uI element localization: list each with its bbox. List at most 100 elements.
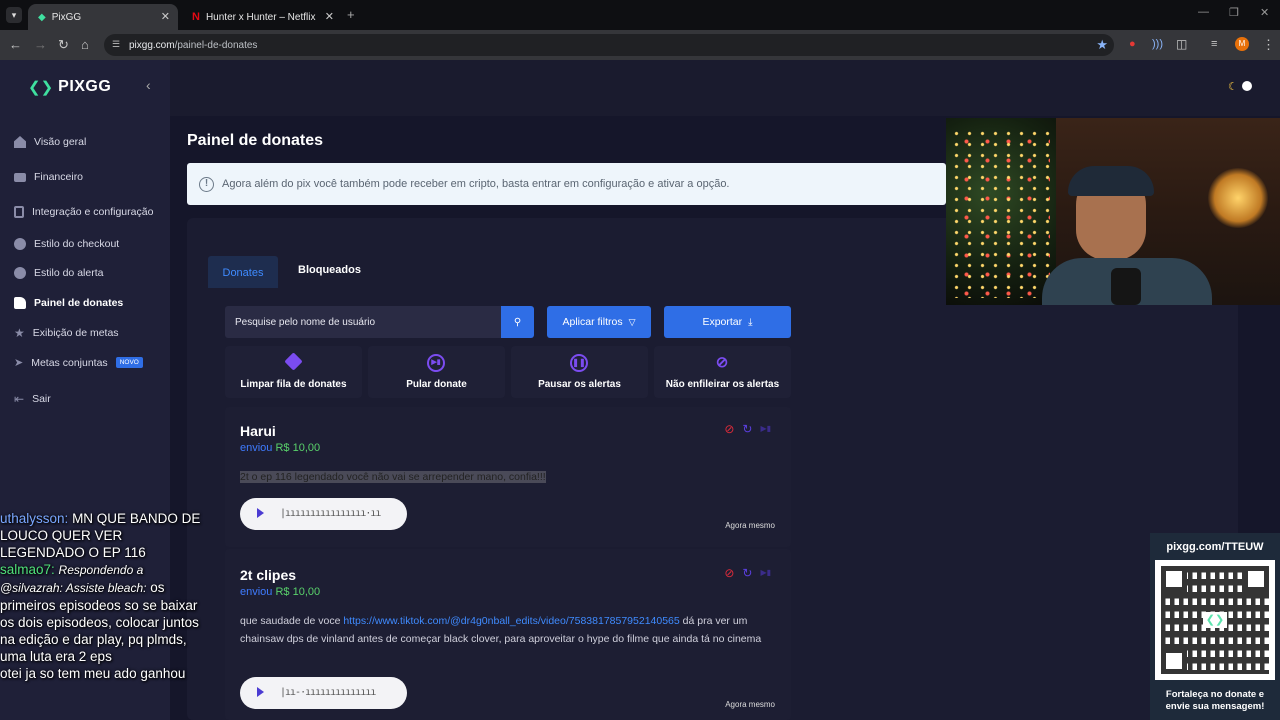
netflix-favicon-icon: N [192,11,200,23]
donate-actions: ⊘ ↻ ▶▮ [724,422,771,436]
minimize-button[interactable]: — [1198,6,1209,18]
donate-message-before: que saudade de voce [240,615,344,627]
collapse-sidebar-icon[interactable]: ‹ [146,77,151,93]
replay-icon[interactable]: ↻ [742,422,752,436]
tab-netflix[interactable]: N Hunter x Hunter – Netflix ✕ [182,4,342,30]
replay-icon[interactable]: ↻ [742,566,752,580]
search-icon: ⚲ [513,316,522,328]
skip-icon: ▶▮ [427,354,445,372]
action-label: Pular donate [406,379,467,390]
chat-text: otei ja so tem meu ado ganhou [0,666,186,681]
tab-search-button[interactable]: ▾ [6,7,22,23]
media-controls-icon[interactable]: ≡ [1211,38,1217,50]
close-window-button[interactable]: ✕ [1260,6,1269,19]
donate-message-link[interactable]: https://www.tiktok.com/@dr4g0nball_edits… [343,615,679,627]
sidebar-item-estilo-checkout[interactable]: Estilo do checkout [14,238,119,250]
home-icon [14,136,26,148]
sidebar-item-financeiro[interactable]: Financeiro [14,171,83,183]
donate-message: que saudade de voce https://www.tiktok.c… [240,612,780,648]
block-icon[interactable]: ⊘ [724,422,734,436]
palette-icon [14,238,26,250]
info-banner: ! Agora além do pix você também pode rec… [187,163,946,205]
bookmark-star-icon[interactable]: ★ [1096,37,1108,53]
tab-bloqueados[interactable]: Bloqueados [298,264,361,276]
skip-icon[interactable]: ▶▮ [760,422,771,436]
chat-message: uthalysson: MN QUE BANDO DE LOUCO QUER V… [0,510,205,561]
download-icon: ⤓ [748,316,753,328]
sidebar-item-estilo-alerta[interactable]: Estilo do alerta [14,267,103,279]
back-icon[interactable]: ← [9,37,22,52]
sidebar-item-visao-geral[interactable]: Visão geral [14,136,86,148]
reload-icon[interactable]: ↻ [58,37,69,53]
button-label: Exportar [702,316,743,328]
export-button[interactable]: Exportar ⤓ [664,306,791,338]
extension-wifi-icon[interactable]: ))) [1152,38,1163,50]
waveform: |ıı-·ıııııııııııııı [280,687,376,698]
donor-name: 2t clipes [240,567,297,583]
play-icon[interactable] [257,508,264,518]
tab-title: Hunter x Hunter – Netflix [205,11,316,23]
waveform: |ıııııııııııııııı·ıı [280,508,381,519]
apply-filters-button[interactable]: Aplicar filtros ▽ [547,306,651,338]
forward-icon[interactable]: → [34,37,47,52]
page-title: Painel de donates [187,132,324,149]
donate-amount: R$ 10,00 [275,442,321,454]
tree-lights [950,128,1050,298]
eraser-icon [284,352,303,371]
address-bar[interactable]: ☰ pixgg.com/painel-de-donates ★ [104,34,1114,56]
sidebar-item-label: Painel de donates [34,297,124,309]
sidebar-item-painel-donates[interactable]: Painel de donates [14,297,123,309]
tab-label: Bloqueados [298,264,361,276]
clear-queue-button[interactable]: Limpar fila de donates [225,346,362,398]
webcam-overlay [946,118,1280,305]
pixgg-logo: ❮❯ PIXGG [28,78,111,96]
theme-toggle[interactable]: ☾ [1228,78,1260,94]
person-cap [1068,166,1154,196]
play-icon[interactable] [257,687,264,697]
action-label: Não enfileirar os alertas [665,379,780,390]
audio-player[interactable]: |ıııııııııııııııı·ıı [240,498,407,530]
qr-finder [1243,566,1269,592]
donate-card: Harui enviou R$ 10,00 ⊘ ↻ ▶▮ 2t o ep 116… [225,407,791,547]
sidebar-item-label: Estilo do alerta [34,267,104,279]
sidebar-item-sair[interactable]: ⇤ Sair [14,392,51,406]
chat-message: otei ja so tem meu ado ganhou [0,665,205,682]
menu-kebab-icon[interactable]: ⋮ [1262,37,1275,53]
home-icon[interactable]: ⌂ [81,37,89,52]
pixgg-favicon-icon: ◆ [38,11,46,23]
extensions-puzzle-icon[interactable]: ◫ [1176,37,1187,51]
sidebar-item-integracao[interactable]: Integração e configuração [14,206,153,218]
stream-chat-overlay: uthalysson: MN QUE BANDO DE LOUCO QUER V… [0,510,205,682]
maximize-button[interactable]: ❐ [1229,6,1239,19]
sidebar-item-exibicao-metas[interactable]: ★ Exibição de metas [14,326,119,340]
rocket-icon: ➤ [14,357,24,369]
block-icon[interactable]: ⊘ [724,566,734,580]
close-tab-icon[interactable]: ✕ [161,10,170,23]
donate-time: Agora mesmo [725,700,775,709]
qr-overlay: pixgg.com/TTEUW ❮❯ Fortaleça no donate e… [1150,533,1280,720]
skip-donate-button[interactable]: ▶▮ Pular donate [368,346,505,398]
donate-message: 2t o ep 116 legendado você não vai se ar… [240,468,546,486]
close-tab-icon[interactable]: ✕ [325,10,334,23]
tab-donates[interactable]: Donates [208,256,278,288]
chat-username: uthalysson: [0,511,69,526]
lamp-glow [1208,168,1268,228]
extension-red-icon[interactable]: ● [1129,38,1136,50]
qr-pattern: ❮❯ [1161,566,1269,674]
new-tab-button[interactable]: + [347,7,355,22]
sent-label: enviou [240,442,273,454]
sidebar-item-metas-conjuntas[interactable]: ➤ Metas conjuntas NOVO [14,356,143,369]
dont-queue-alerts-button[interactable]: ⊘ Não enfileirar os alertas [654,346,791,398]
audio-player[interactable]: |ıı-·ıııııııııııııı [240,677,407,709]
site-info-icon[interactable]: ☰ [112,39,120,50]
search-input[interactable] [225,306,501,338]
tab-pixgg[interactable]: ◆ PixGG ✕ [28,4,178,30]
profile-avatar[interactable]: M [1235,37,1249,51]
sidebar-item-label: Integração e configuração [32,206,154,218]
palette-icon [14,267,26,279]
search-button[interactable]: ⚲ [501,306,534,338]
skip-icon[interactable]: ▶▮ [760,566,771,580]
pause-alerts-button[interactable]: ❚❚ Pausar os alertas [511,346,648,398]
pixgg-logo-icon: ❮❯ [28,79,54,96]
chat-message: salmao7: Respondendo a @silvazrah: Assis… [0,561,205,665]
